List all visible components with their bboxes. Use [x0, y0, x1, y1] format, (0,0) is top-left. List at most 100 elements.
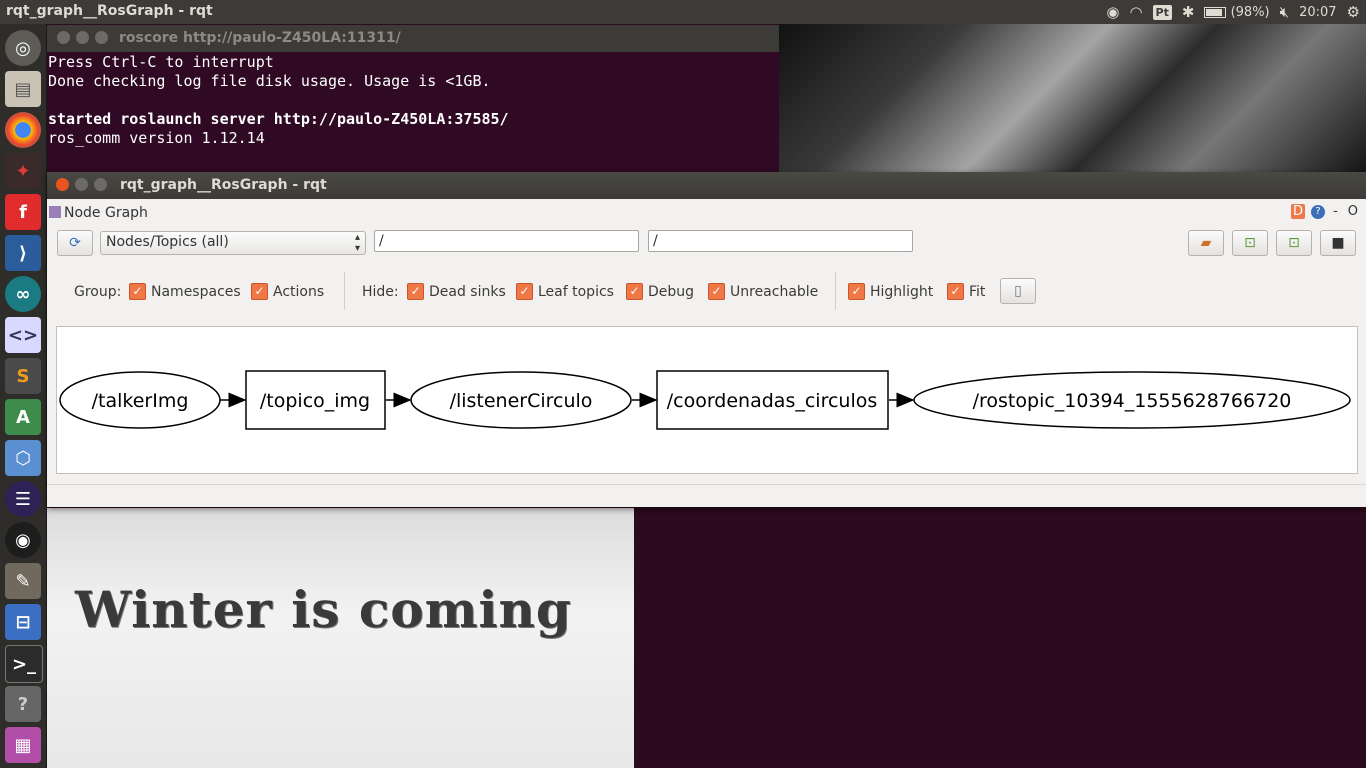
red-app-icon[interactable]: ✦ — [5, 153, 41, 189]
battery-indicator[interactable]: (98%) — [1204, 5, 1270, 20]
minimize-icon[interactable] — [75, 178, 88, 191]
maximize-icon[interactable] — [94, 178, 107, 191]
close-icon[interactable] — [57, 31, 70, 44]
maximize-icon[interactable] — [95, 31, 108, 44]
debug-label[interactable]: Debug — [648, 284, 694, 300]
dock-controls: D ? - O — [1291, 204, 1360, 219]
wallpaper-image — [779, 24, 1366, 172]
unreachable-checkbox[interactable]: ✓ — [708, 283, 725, 300]
node-graph-icon — [49, 206, 61, 218]
ide-icon[interactable]: ⊟ — [5, 604, 41, 640]
sublime-icon[interactable]: S — [5, 358, 41, 394]
graph-node-label: /listenerCirculo — [450, 390, 593, 412]
actions-label[interactable]: Actions — [273, 284, 324, 300]
fit-icon: ▯ — [1014, 283, 1022, 299]
leaf-topics-label[interactable]: Leaf topics — [538, 284, 614, 300]
fit-label[interactable]: Fit — [969, 284, 985, 300]
android-studio-icon[interactable]: A — [5, 399, 41, 435]
graph-node-label: /topico_img — [260, 390, 370, 412]
separator — [835, 272, 836, 310]
workspace-switcher-icon[interactable]: ▦ — [5, 727, 41, 763]
pt-tray-icon[interactable]: Pt — [1152, 4, 1172, 20]
wifi-icon[interactable]: ◠ — [1129, 3, 1142, 21]
minimize-icon[interactable] — [76, 31, 89, 44]
graph-type-value: Nodes/Topics (all) — [106, 234, 229, 250]
files-icon[interactable]: ▤ — [5, 71, 41, 107]
ubuntu-dash-icon[interactable]: ◎ — [5, 30, 41, 66]
toolbar-row: ⟳ Nodes/Topics (all) ▴ ▾ / / ▰ ⊡ ⊡ ■ — [47, 229, 1366, 257]
debug-checkbox[interactable]: ✓ — [626, 283, 643, 300]
terminal-line: Press Ctrl-C to interrupt — [48, 53, 274, 71]
updown-icon: ▴ ▾ — [354, 232, 360, 254]
rqt-title: rqt_graph__RosGraph - rqt — [120, 177, 327, 193]
system-tray: ◉ ◠ Pt ✱ (98%) 🔇︎ 20:07 ⚙ — [1106, 0, 1360, 24]
help-button[interactable]: D — [1291, 204, 1306, 219]
rqt-window[interactable]: rqt_graph__RosGraph - rqt Node Graph D ?… — [47, 172, 1366, 507]
gear-icon[interactable]: ⚙ — [1347, 3, 1360, 21]
namespaces-label[interactable]: Namespaces — [151, 284, 241, 300]
dock-title: Node Graph — [64, 205, 148, 221]
winter-wallpaper: Winter is coming — [47, 508, 634, 768]
battery-icon — [1204, 6, 1227, 18]
dead-sinks-checkbox[interactable]: ✓ — [407, 283, 424, 300]
highlight-label[interactable]: Highlight — [870, 284, 933, 300]
graph-topic-topico-img[interactable]: /topico_img — [245, 370, 386, 430]
terminal-line: ros_comm version 1.12.14 — [48, 129, 265, 147]
graph-topic-coordenadas-circulos[interactable]: /coordenadas_circulos — [656, 370, 889, 430]
graph-node-label: /rostopic_10394_1555628766720 — [973, 390, 1292, 412]
graph-node-rostopic[interactable]: /rostopic_10394_1555628766720 — [913, 371, 1351, 429]
graph-canvas[interactable]: /talkerImg /topico_img /listenerCirculo … — [56, 326, 1358, 474]
terminal-output[interactable]: Press Ctrl-C to interrupt Done checking l… — [47, 52, 779, 149]
obs-icon[interactable]: ◉ — [5, 522, 41, 558]
active-window-title: rqt_graph__RosGraph - rqt — [6, 3, 213, 19]
separator — [344, 272, 345, 310]
load-dot-button[interactable]: ▰ — [1188, 230, 1224, 256]
unreachable-label[interactable]: Unreachable — [730, 284, 818, 300]
obs-tray-icon[interactable]: ◉ — [1106, 3, 1119, 21]
clock[interactable]: 20:07 — [1299, 5, 1336, 20]
graph-type-select[interactable]: Nodes/Topics (all) ▴ ▾ — [100, 231, 366, 255]
close-dock-button[interactable]: O — [1346, 204, 1360, 219]
namespaces-checkbox[interactable]: ✓ — [129, 283, 146, 300]
folder-icon: ▰ — [1200, 235, 1212, 251]
virtualbox-icon[interactable]: ⬡ — [5, 440, 41, 476]
fit-in-view-button[interactable]: ▯ — [1000, 278, 1036, 304]
help-icon[interactable]: ? — [5, 686, 41, 722]
fit-checkbox[interactable]: ✓ — [947, 283, 964, 300]
terminal-window[interactable]: roscore http://paulo-Z450LA:11311/ Press… — [47, 25, 779, 173]
save-icon: ⊡ — [1244, 235, 1256, 251]
terminal-titlebar[interactable]: roscore http://paulo-Z450LA:11311/ — [47, 25, 779, 52]
bluetooth-icon[interactable]: ✱ — [1182, 3, 1195, 21]
code-editor-icon[interactable]: <> — [5, 317, 41, 353]
graph-node-label: /coordenadas_circulos — [667, 390, 878, 412]
graph-node-talkerimg[interactable]: /talkerImg — [59, 371, 221, 429]
graph-node-listenercirculo[interactable]: /listenerCirculo — [410, 371, 632, 429]
save-svg-button[interactable]: ⊡ — [1276, 230, 1312, 256]
namespace-filter-input[interactable]: / — [374, 230, 639, 252]
topic-filter-input[interactable]: / — [648, 230, 913, 252]
eclipse-icon[interactable]: ☰ — [5, 481, 41, 517]
chrome-icon[interactable] — [5, 112, 41, 148]
refresh-icon: ⟳ — [69, 235, 81, 251]
gimp-icon[interactable]: ✎ — [5, 563, 41, 599]
close-icon[interactable] — [56, 178, 69, 191]
highlight-checkbox[interactable]: ✓ — [848, 283, 865, 300]
question-icon[interactable]: ? — [1311, 204, 1326, 219]
save-dot-button[interactable]: ⊡ — [1232, 230, 1268, 256]
graph-svg[interactable]: /talkerImg /topico_img /listenerCirculo … — [57, 327, 1357, 473]
sound-icon[interactable]: 🔇︎ — [1280, 3, 1289, 21]
arduino-icon[interactable]: ∞ — [5, 276, 41, 312]
actions-checkbox[interactable]: ✓ — [251, 283, 268, 300]
terminal-line: started roslaunch server http://paulo-Z4… — [48, 110, 509, 128]
minimize-dock-button[interactable]: - — [1331, 204, 1340, 219]
foxit-icon[interactable]: f — [5, 194, 41, 230]
vscode-icon[interactable]: ⟩ — [5, 235, 41, 271]
dead-sinks-label[interactable]: Dead sinks — [429, 284, 506, 300]
refresh-button[interactable]: ⟳ — [57, 230, 93, 256]
leaf-topics-checkbox[interactable]: ✓ — [516, 283, 533, 300]
save-image-button[interactable]: ■ — [1320, 230, 1356, 256]
terminal-icon[interactable]: >_ — [5, 645, 43, 683]
winter-text: Winter is coming — [75, 580, 572, 639]
rqt-titlebar[interactable]: rqt_graph__RosGraph - rqt — [47, 172, 1366, 199]
